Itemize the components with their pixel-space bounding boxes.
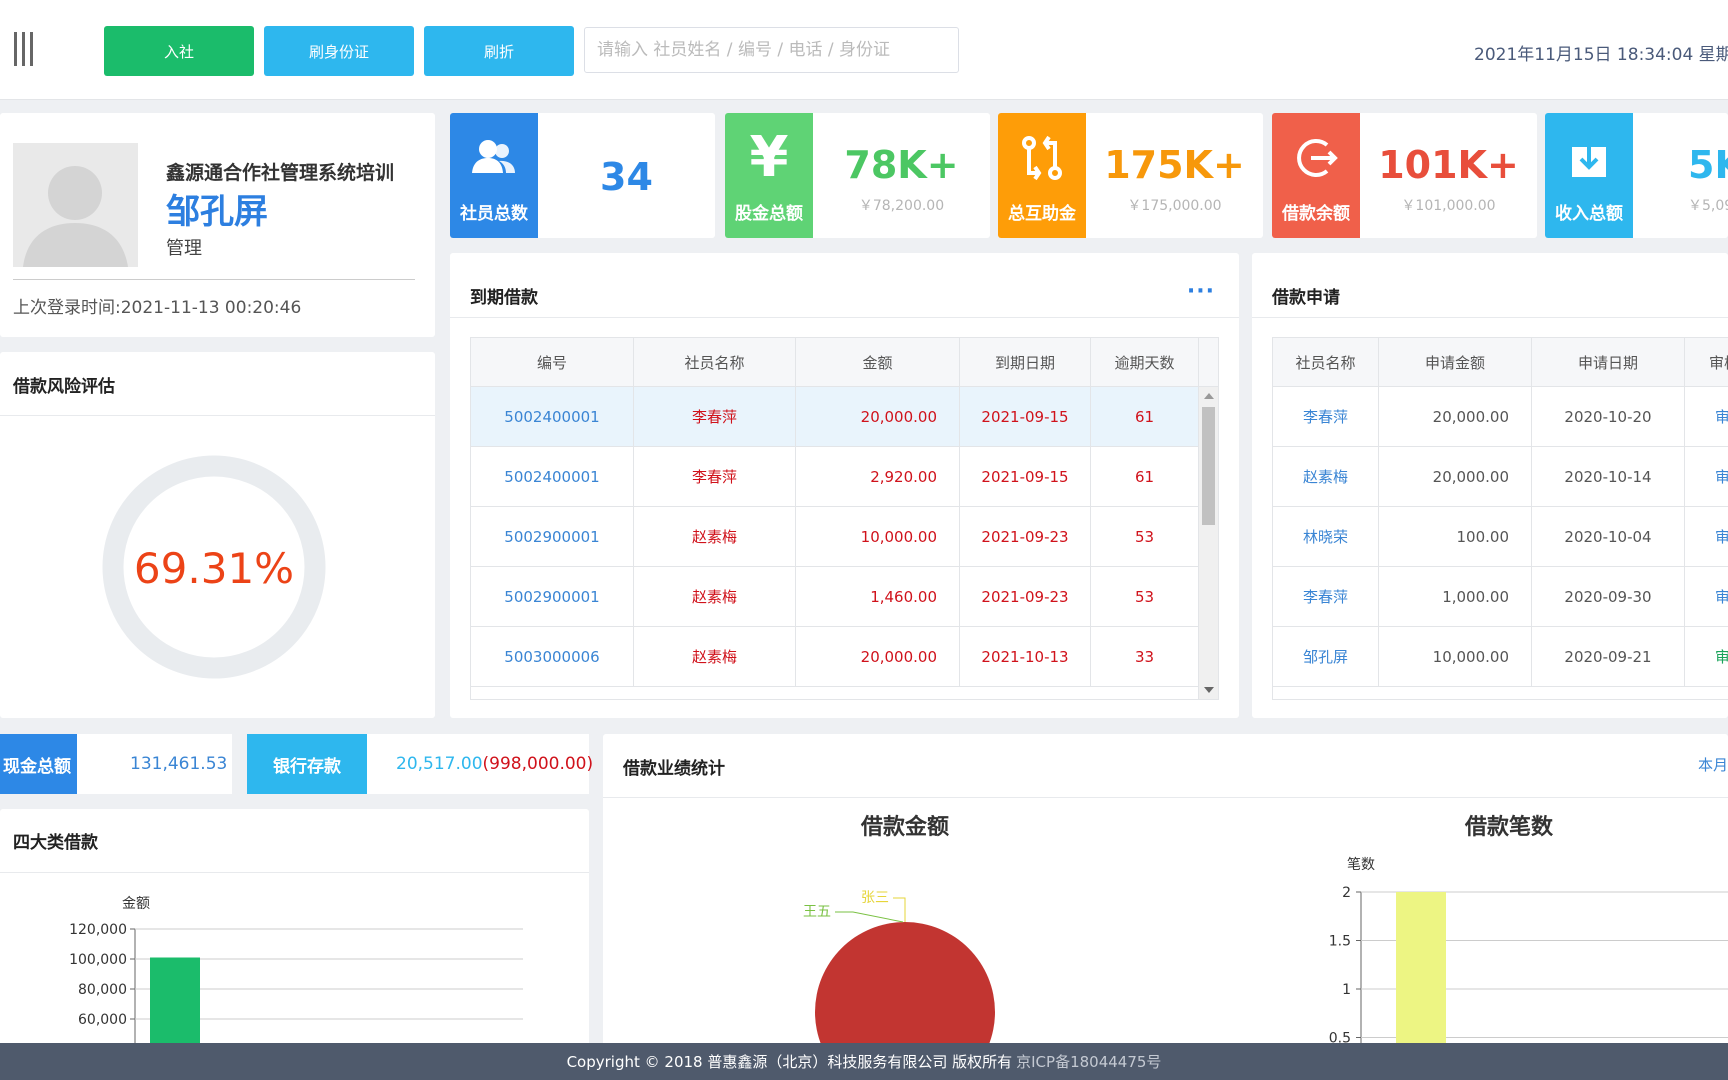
table-scrollbar[interactable] — [1198, 387, 1218, 699]
scroll-up-icon[interactable] — [1204, 393, 1214, 399]
current-datetime: 2021年11月15日 18:34:04 星期一 — [1474, 45, 1728, 65]
due-loans-panel: 到期借款 ··· 编号 社员名称 金额 到期日期 逾期天数 5002400001… — [450, 253, 1239, 718]
members-icon — [450, 133, 538, 183]
stat-income[interactable]: 收入总额 5K ￥5,09 — [1545, 113, 1728, 238]
logout-icon — [1272, 133, 1360, 183]
four-loans-chart: 金额 120,000 100,000 80,000 60,000 — [69, 896, 523, 1049]
scan-passbook-button[interactable]: 刷折 — [424, 26, 574, 76]
applications-table: 社员名称 申请金额 申请日期 审核 李春萍 20,000.00 2020-10-… — [1272, 337, 1728, 700]
divider — [13, 279, 415, 280]
menu-icon[interactable] — [14, 32, 38, 66]
risk-panel: 借款风险评估 69.31% — [0, 352, 435, 718]
bar — [150, 957, 200, 1049]
column-header[interactable]: 到期日期 — [960, 338, 1091, 387]
last-login-label: 上次登录时间: — [13, 298, 121, 318]
loan-applications-panel: 借款申请 社员名称 申请金额 申请日期 审核 李春萍 20,000.00 202… — [1252, 253, 1728, 718]
column-header[interactable]: 逾期天数 — [1091, 338, 1199, 387]
column-header[interactable]: 社员名称 — [634, 338, 796, 387]
stat-value: 101K+ — [1378, 143, 1519, 187]
avatar — [13, 143, 138, 267]
y-tick-label: 60,000 — [78, 1012, 127, 1028]
stat-members[interactable]: 社员总数 34 — [450, 113, 715, 238]
stat-value: 5K — [1688, 143, 1728, 187]
stat-shares[interactable]: ¥ 股金总额 78K+ ￥78,200.00 — [725, 113, 990, 238]
stat-loan-balance[interactable]: 借款余额 101K+ ￥101,000.00 — [1272, 113, 1537, 238]
column-header[interactable]: 编号 — [471, 338, 634, 387]
table-header: 编号 社员名称 金额 到期日期 逾期天数 — [471, 338, 1218, 387]
y-tick-label: 1.5 — [1329, 934, 1351, 950]
stat-sub: ￥101,000.00 — [1401, 198, 1496, 214]
exchange-icon — [998, 133, 1086, 183]
y-tick-label: 1 — [1342, 982, 1351, 998]
y-tick-label: 80,000 — [78, 982, 127, 998]
chart-title: 借款笔数 — [1464, 814, 1554, 840]
bar — [1396, 892, 1446, 1049]
stat-sub: ￥78,200.00 — [858, 198, 945, 214]
pie-slice — [815, 922, 995, 1049]
last-login: 上次登录时间:2021-11-13 00:20:46 — [13, 293, 301, 318]
scan-idcard-button[interactable]: 刷身份证 — [264, 26, 414, 76]
cash-total-box: 现金总额 131,461.53 — [0, 734, 232, 794]
bank-deposit-value: 20,517.00 — [396, 754, 483, 774]
stat-value: 78K+ — [844, 143, 959, 187]
column-header[interactable]: 审核 — [1685, 338, 1728, 387]
chart-title: 借款金额 — [860, 814, 949, 840]
organization-name: 鑫源通合作社管理系统培训 — [166, 162, 395, 184]
last-login-time: 2021-11-13 00:20:46 — [120, 298, 302, 318]
pie-label: 张三 — [861, 890, 889, 906]
column-header[interactable]: 社员名称 — [1273, 338, 1379, 387]
y-tick-label: 100,000 — [69, 952, 127, 968]
stat-label: 借款余额 — [1282, 204, 1350, 224]
column-header[interactable]: 申请金额 — [1379, 338, 1532, 387]
stat-sub: ￥175,000.00 — [1127, 198, 1222, 214]
bank-deposit-box: 银行存款 20,517.00 (998,000.00) — [247, 734, 593, 794]
due-loans-title: 到期借款 — [470, 288, 538, 308]
y-axis-label: 金额 — [122, 896, 150, 912]
bank-deposit-extra: (998,000.00) — [482, 754, 594, 774]
stat-label: 社员总数 — [460, 204, 528, 224]
y-axis-label: 笔数 — [1347, 857, 1375, 873]
member-search-input[interactable] — [584, 27, 959, 73]
risk-gauge: 69.31% — [102, 455, 326, 679]
top-bar: 入社 刷身份证 刷折 2021年11月15日 18:34:04 星期一 — [0, 0, 1728, 100]
pie-label: 王五 — [803, 904, 831, 920]
four-loans-panel: 四大类借款 金额 120,000 100,000 80,000 60,000 — [0, 809, 589, 1049]
performance-panel: 借款业绩统计 本月 借款金额 借款笔数 笔数 张三 王五 2 1.5 1 0.5 — [603, 734, 1728, 1049]
cash-total-value: 131,461.53 — [130, 754, 228, 774]
column-header[interactable]: 申请日期 — [1532, 338, 1685, 387]
scroll-thumb[interactable] — [1202, 407, 1215, 525]
bank-deposit-label: 银行存款 — [247, 734, 367, 794]
scroll-down-icon[interactable] — [1204, 687, 1214, 693]
applications-title: 借款申请 — [1272, 288, 1340, 308]
y-tick-label: 2 — [1342, 885, 1351, 901]
user-role: 管理 — [166, 238, 202, 259]
stat-label: 股金总额 — [735, 204, 803, 224]
risk-percent: 69.31% — [134, 544, 294, 593]
column-header[interactable]: 金额 — [796, 338, 960, 387]
stat-label: 总互助金 — [1008, 204, 1076, 224]
due-loans-table: 编号 社员名称 金额 到期日期 逾期天数 5002400001 李春萍 20,0… — [470, 337, 1219, 700]
footer: Copyright © 2018 普惠鑫源（北京）科技服务有限公司 版权所有 京… — [0, 1043, 1728, 1080]
cash-total-label: 现金总额 — [0, 734, 77, 794]
stat-label: 收入总额 — [1555, 204, 1623, 224]
download-icon — [1545, 133, 1633, 183]
user-name: 邹孔屏 — [166, 192, 268, 232]
pie-label-line — [835, 911, 904, 923]
profile-panel: 鑫源通合作社管理系统培训 邹孔屏 管理 上次登录时间:2021-11-13 00… — [0, 113, 435, 337]
bank-deposit-amount: 20,517.00 (998,000.00) — [396, 734, 593, 794]
yuan-icon: ¥ — [749, 125, 789, 190]
stat-sub: ￥5,09 — [1688, 198, 1728, 214]
more-icon[interactable]: ··· — [1187, 279, 1215, 304]
stat-mutual-fund[interactable]: 总互助金 175K+ ￥175,000.00 — [998, 113, 1263, 238]
table-header: 社员名称 申请金额 申请日期 审核 — [1273, 338, 1728, 387]
y-tick-label: 120,000 — [69, 922, 127, 938]
copyright: Copyright © 2018 普惠鑫源（北京）科技服务有限公司 版权所有 — [566, 1053, 1013, 1071]
pie-label-line — [893, 897, 906, 922]
join-button[interactable]: 入社 — [104, 26, 254, 76]
performance-charts: 借款金额 借款笔数 笔数 张三王五21.510.5 — [803, 814, 1728, 1049]
stat-value: 175K+ — [1104, 143, 1245, 187]
icp-link[interactable]: 京ICP备18044475号 — [1016, 1051, 1161, 1072]
stat-value: 34 — [600, 155, 653, 199]
